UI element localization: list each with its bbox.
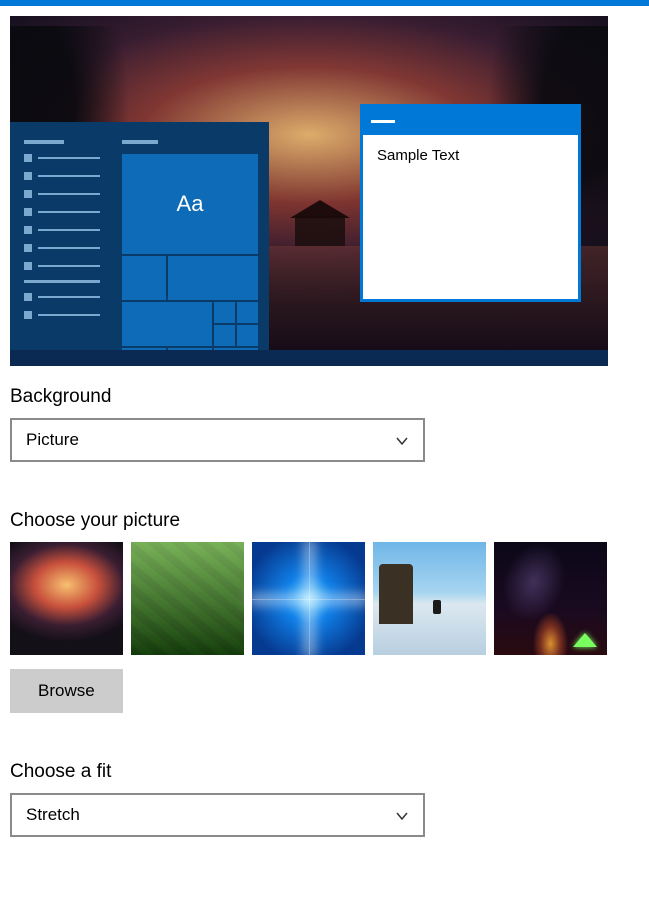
start-menu-mock: Aa [10, 122, 269, 366]
tile-large: Aa [122, 154, 258, 254]
picture-thumb-night-sky-tent[interactable] [494, 542, 607, 655]
start-header-line [24, 140, 64, 144]
sample-window-titlebar [363, 107, 578, 135]
chevron-down-icon [395, 433, 409, 447]
choose-fit-label: Choose a fit [10, 761, 639, 783]
sample-window-body: Sample Text [363, 135, 578, 176]
start-app-list [24, 154, 100, 329]
fit-dropdown[interactable]: Stretch [10, 793, 425, 837]
picture-thumb-windows-10-light[interactable] [252, 542, 365, 655]
background-dropdown[interactable]: Picture [10, 418, 425, 462]
picture-thumb-sunset-cabin[interactable] [10, 542, 123, 655]
browse-button[interactable]: Browse [10, 669, 123, 713]
settings-content: Aa [0, 6, 649, 867]
sample-window-mock: Sample Text [360, 104, 581, 302]
picture-thumbnails [10, 542, 639, 655]
fit-selected-value: Stretch [26, 805, 80, 825]
background-preview: Aa [10, 16, 608, 366]
picture-thumb-green-tea-fields[interactable] [131, 542, 244, 655]
start-tiles: Aa [122, 140, 260, 366]
tile-label: Aa [177, 191, 204, 217]
background-selected-value: Picture [26, 430, 79, 450]
background-label: Background [10, 386, 639, 408]
picture-thumb-beach-rocks[interactable] [373, 542, 486, 655]
chevron-down-icon [395, 808, 409, 822]
taskbar-mock [10, 350, 608, 366]
choose-picture-label: Choose your picture [10, 510, 639, 532]
wallpaper-decoration [295, 216, 345, 246]
